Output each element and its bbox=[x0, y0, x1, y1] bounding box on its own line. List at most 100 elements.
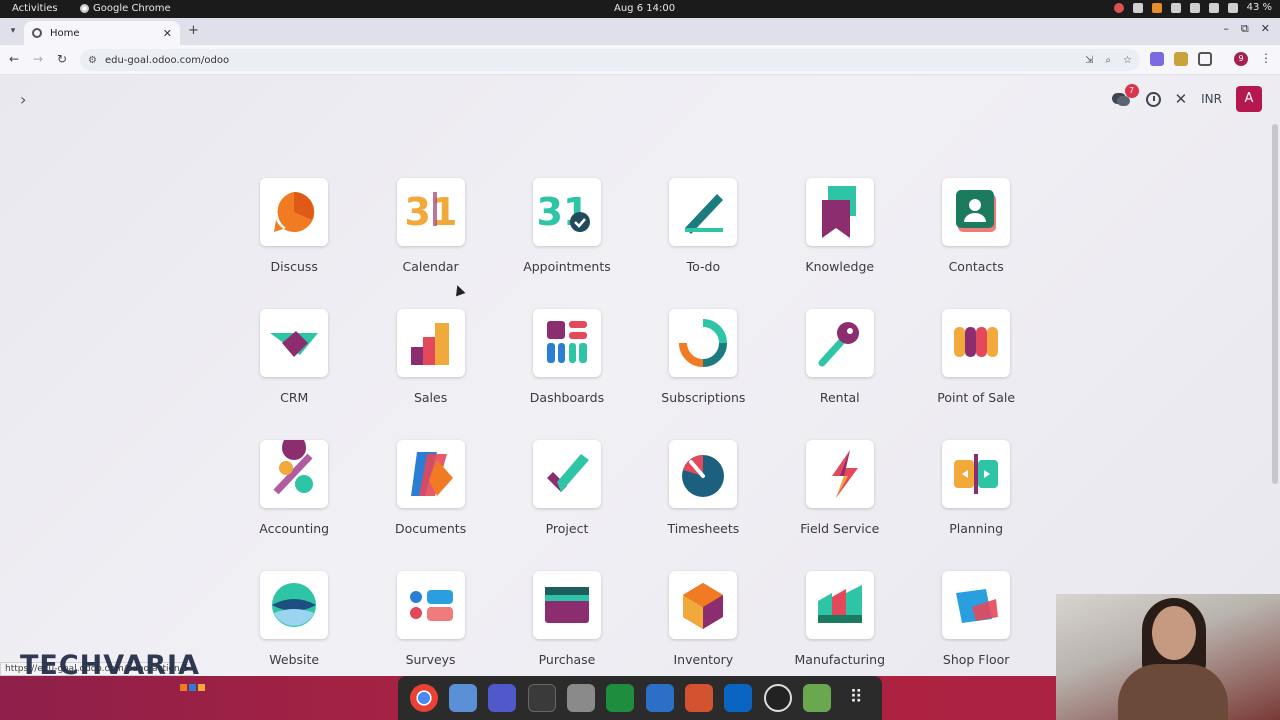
files-icon[interactable] bbox=[566, 684, 595, 712]
app-manufacturing[interactable]: Manufacturing bbox=[772, 571, 908, 685]
app-website[interactable]: Website bbox=[226, 571, 362, 685]
app-label: Purchase bbox=[538, 652, 596, 667]
app-label: CRM bbox=[280, 390, 309, 405]
app-label: Contacts bbox=[948, 259, 1004, 274]
messages-icon[interactable]: 7 bbox=[1111, 84, 1139, 108]
app-label: Knowledge bbox=[805, 259, 875, 274]
shop-floor-icon bbox=[942, 571, 1011, 639]
page-scrollbar[interactable] bbox=[1272, 124, 1278, 484]
knowledge-icon bbox=[805, 178, 874, 246]
chat-app-icon[interactable] bbox=[448, 684, 477, 712]
app-purchase[interactable]: Purchase bbox=[499, 571, 635, 685]
microphone-icon bbox=[1208, 2, 1219, 13]
app-documents[interactable]: Documents bbox=[362, 440, 498, 554]
browser-tab-home[interactable]: Home ✕ bbox=[24, 21, 180, 45]
terminal-icon[interactable] bbox=[527, 684, 556, 712]
app-sales[interactable]: Sales bbox=[362, 309, 498, 423]
app-project[interactable]: Project bbox=[499, 440, 635, 554]
update-icon bbox=[1151, 2, 1162, 13]
teams-icon[interactable] bbox=[488, 684, 517, 712]
app-label: Surveys bbox=[405, 652, 456, 667]
install-app-icon[interactable]: ⇲ bbox=[1085, 55, 1093, 66]
app-calendar[interactable]: 31 Calendar bbox=[362, 178, 498, 292]
tab-close-icon[interactable]: ✕ bbox=[163, 27, 172, 40]
app-rental[interactable]: Rental bbox=[772, 309, 908, 423]
bookmark-star-icon[interactable]: ☆ bbox=[1123, 55, 1132, 66]
app-dashboards[interactable]: Dashboards bbox=[499, 309, 635, 423]
extension-icon[interactable] bbox=[1174, 52, 1188, 66]
new-tab-button[interactable]: + bbox=[188, 23, 199, 38]
app-accounting[interactable]: Accounting bbox=[226, 440, 362, 554]
rental-icon bbox=[805, 309, 874, 377]
app-label: Accounting bbox=[259, 521, 330, 536]
spreadsheet-icon[interactable] bbox=[606, 684, 635, 712]
debug-tools-icon[interactable]: ✕ bbox=[1175, 90, 1188, 108]
address-bar[interactable]: ⚙ edu-goal.odoo.com/odoo ⇲ ⌕ ☆ bbox=[80, 49, 1140, 71]
zoom-icon[interactable]: ⌕ bbox=[1105, 55, 1111, 66]
app-planning[interactable]: Planning bbox=[908, 440, 1044, 554]
app-surveys[interactable]: Surveys bbox=[362, 571, 498, 685]
app-subscriptions[interactable]: Subscriptions bbox=[635, 309, 771, 423]
active-app-menu[interactable]: Google Chrome bbox=[80, 3, 171, 14]
browser-toolbar: ← → ↻ ⚙ edu-goal.odoo.com/odoo ⇲ ⌕ ☆ 9 ⋮ bbox=[0, 45, 1280, 75]
app-label: Website bbox=[269, 652, 320, 667]
restore-icon[interactable]: ⧉ bbox=[1241, 22, 1249, 36]
close-window-icon[interactable]: ✕ bbox=[1261, 22, 1270, 36]
app-timesheets[interactable]: Timesheets bbox=[635, 440, 771, 554]
app-appointments[interactable]: 31 Appointments bbox=[499, 178, 635, 292]
app-label: Shop Floor bbox=[942, 652, 1010, 667]
app-label: Inventory bbox=[673, 652, 734, 667]
todo-icon bbox=[669, 178, 738, 246]
url-text: edu-goal.odoo.com/odoo bbox=[104, 54, 230, 66]
app-shop-floor[interactable]: Shop Floor bbox=[908, 571, 1044, 685]
subscriptions-icon bbox=[669, 309, 738, 377]
activities-button[interactable]: Activities bbox=[12, 3, 58, 14]
chrome-icon[interactable] bbox=[409, 684, 438, 712]
trash-icon[interactable] bbox=[802, 684, 831, 712]
site-info-icon[interactable]: ⚙ bbox=[88, 55, 97, 66]
user-avatar[interactable]: A bbox=[1236, 86, 1262, 112]
obs-icon[interactable] bbox=[763, 684, 792, 712]
active-app-name: Google Chrome bbox=[93, 3, 171, 14]
system-tray[interactable]: 43 % bbox=[1113, 2, 1272, 13]
outlook-icon[interactable] bbox=[724, 684, 753, 712]
app-label: Field Service bbox=[800, 521, 880, 536]
reload-icon[interactable]: ↻ bbox=[54, 52, 70, 66]
app-inventory[interactable]: Inventory bbox=[635, 571, 771, 685]
system-clock[interactable]: Aug 6 14:00 bbox=[614, 3, 675, 14]
app-label: Project bbox=[545, 521, 589, 536]
minimize-icon[interactable]: – bbox=[1223, 22, 1229, 36]
browser-menu-icon[interactable]: ⋮ bbox=[1260, 51, 1272, 65]
app-label: Subscriptions bbox=[661, 390, 746, 405]
website-icon bbox=[260, 571, 329, 639]
app-to-do[interactable]: To-do bbox=[635, 178, 771, 292]
forward-arrow-icon[interactable]: → bbox=[30, 52, 46, 66]
presentation-icon[interactable] bbox=[684, 684, 713, 712]
app-label: Calendar bbox=[402, 259, 459, 274]
volume-icon bbox=[1189, 2, 1200, 13]
omnibox-tools: ⇲ ⌕ ☆ bbox=[1085, 55, 1132, 66]
app-knowledge[interactable]: Knowledge bbox=[772, 178, 908, 292]
point-of-sale-icon bbox=[942, 309, 1011, 377]
browser-tab-strip: ▾ Home ✕ + – ⧉ ✕ bbox=[0, 18, 1280, 45]
app-point-of-sale[interactable]: Point of Sale bbox=[908, 309, 1044, 423]
browser-profile-avatar[interactable]: 9 bbox=[1234, 52, 1248, 66]
app-grid-icon[interactable]: ⠿ bbox=[842, 684, 870, 712]
back-arrow-icon[interactable]: ← bbox=[6, 52, 22, 66]
document-editor-icon[interactable] bbox=[645, 684, 674, 712]
app-crm[interactable]: CRM bbox=[226, 309, 362, 423]
purchase-icon bbox=[532, 571, 601, 639]
app-contacts[interactable]: Contacts bbox=[908, 178, 1044, 292]
app-discuss[interactable]: Discuss bbox=[226, 178, 362, 292]
app-field-service[interactable]: Field Service bbox=[772, 440, 908, 554]
extension-icon[interactable] bbox=[1150, 52, 1164, 66]
tab-search-chevron-icon[interactable]: ▾ bbox=[6, 24, 20, 38]
app-label: Discuss bbox=[270, 259, 318, 274]
extensions-puzzle-icon[interactable] bbox=[1198, 52, 1212, 66]
contacts-icon bbox=[942, 178, 1011, 246]
activities-clock-icon[interactable] bbox=[1145, 91, 1161, 107]
sidebar-toggle-chevron-icon[interactable]: › bbox=[20, 90, 26, 109]
currency-switcher[interactable]: INR bbox=[1201, 92, 1222, 106]
window-controls: – ⧉ ✕ bbox=[1223, 22, 1270, 36]
manufacturing-icon bbox=[805, 571, 874, 639]
